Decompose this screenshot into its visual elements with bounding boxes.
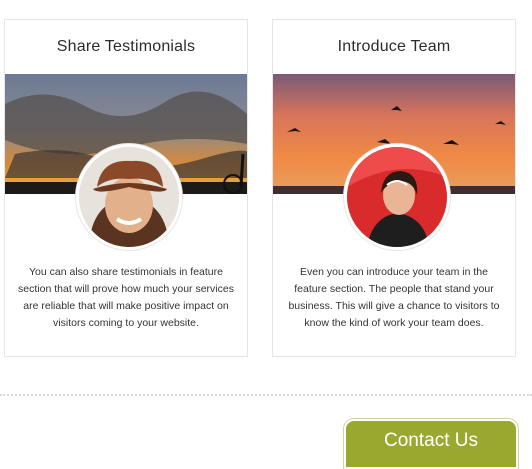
- contact-us-button[interactable]: Contact Us: [344, 419, 518, 469]
- feature-card-testimonials: Share Testimonials You can also share te…: [4, 19, 248, 357]
- section-divider: [0, 394, 532, 396]
- card-title: Share Testimonials: [56, 38, 196, 55]
- woman-in-hat-avatar: [76, 144, 182, 250]
- card-description: Even you can introduce your team in the …: [288, 266, 500, 329]
- card-title: Introduce Team: [337, 38, 451, 55]
- feature-card-team: Introduce Team Even you can introduce yo…: [272, 19, 516, 357]
- card-description: You can also share testimonials in featu…: [18, 266, 234, 329]
- woman-with-umbrella-avatar: [344, 144, 450, 250]
